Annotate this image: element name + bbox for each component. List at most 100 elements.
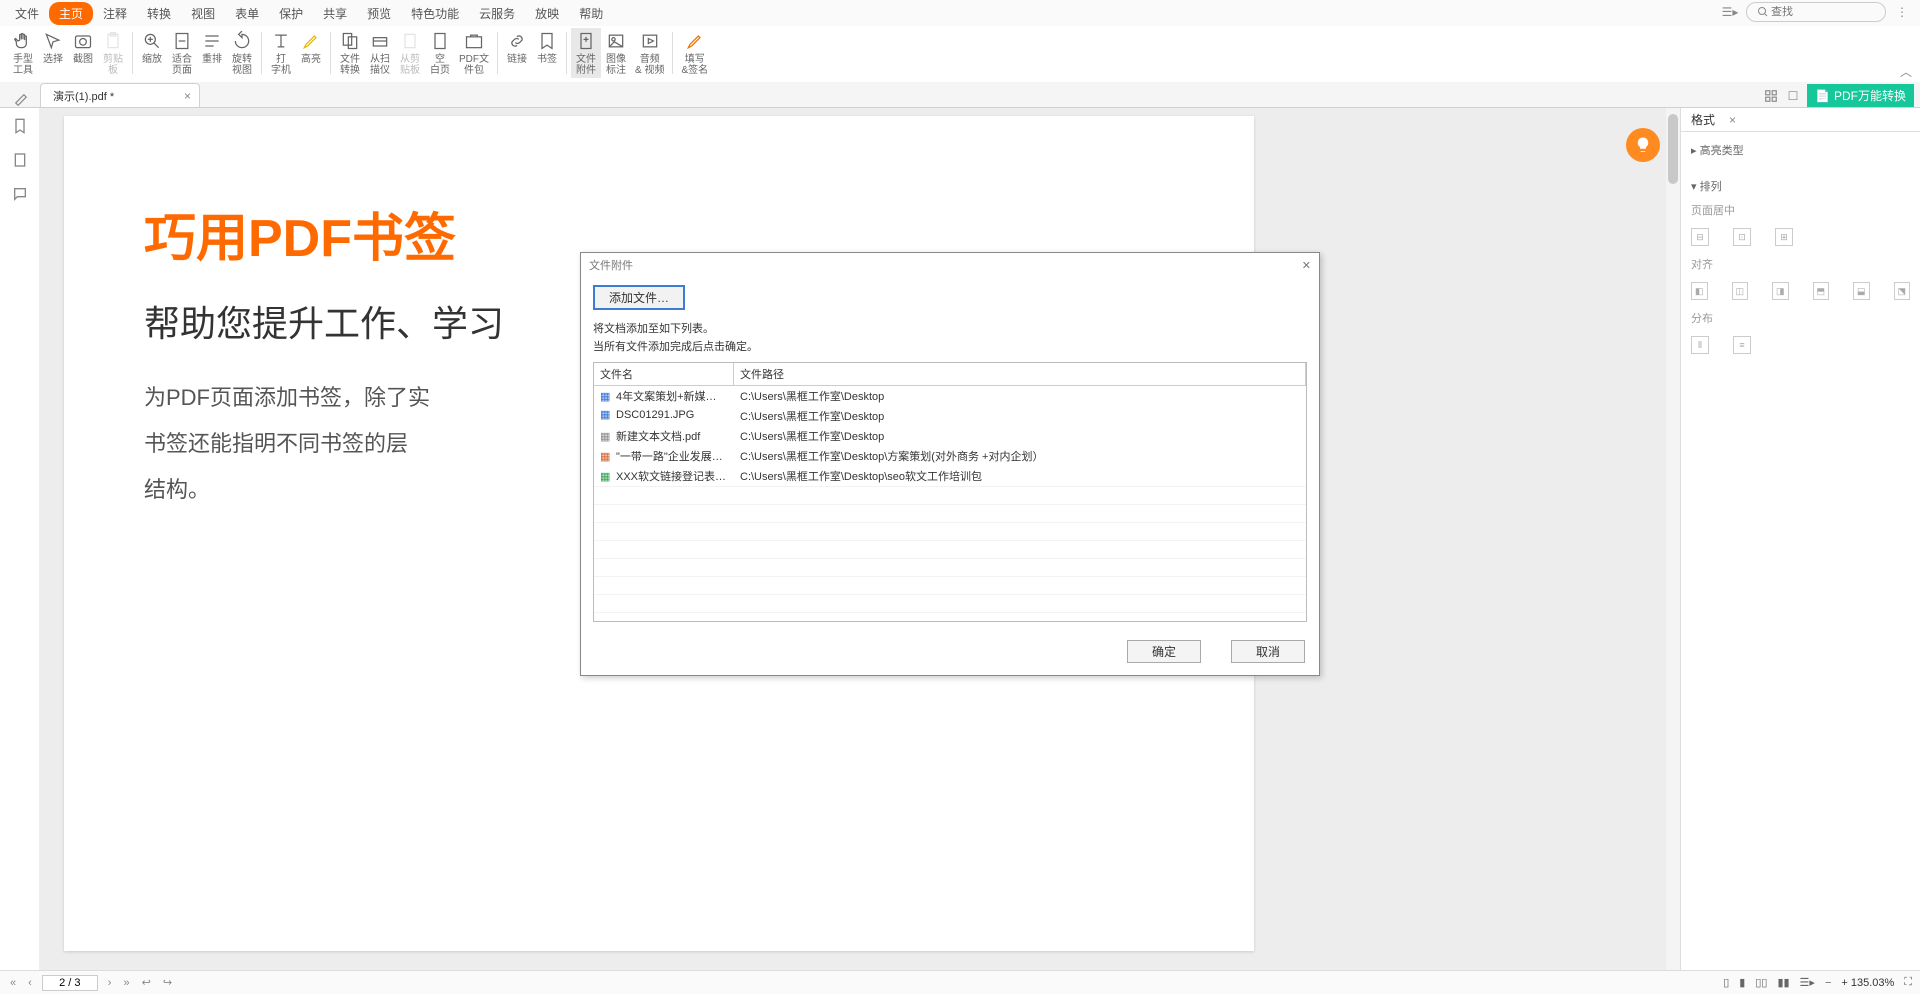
select-icon [42,30,64,52]
view-single-icon[interactable]: ▯ [1723,976,1729,989]
menu-item-6[interactable]: 保护 [269,2,313,25]
right-panel-close-icon[interactable]: × [1729,113,1736,127]
file-row[interactable]: ▦XXX软文链接登记表…C:\Users\黑框工作室\Desktop\seo软文… [594,466,1306,486]
menu-item-9[interactable]: 特色功能 [401,2,469,25]
menu-item-10[interactable]: 云服务 [469,2,525,25]
reading-mode-icon[interactable]: ☰▸ [1722,4,1738,20]
prev-page-icon[interactable]: ‹ [26,977,34,989]
ribbon-collapse-icon[interactable]: ︿ [1900,63,1912,80]
center-h-icon[interactable]: ⊟ [1691,228,1709,246]
tab-bar-right: ☐ 📄 PDF万能转换 [1763,84,1914,107]
ok-button[interactable]: 确定 [1127,640,1201,663]
ribbon-clipboard-button[interactable]: 剪贴 板 [98,28,128,78]
rp-section: ▸ 高亮类型 [1681,132,1920,168]
align-right-icon[interactable]: ◨ [1772,282,1789,300]
tips-bulb-button[interactable] [1626,128,1660,162]
ribbon-typewriter-button[interactable]: 打 字机 [266,28,296,78]
menu-item-2[interactable]: 注释 [93,2,137,25]
ribbon-highlight-button[interactable]: 高亮 [296,28,326,67]
dialog-body: 添加文件… 将文档添加至如下列表。 当所有文件添加完成后点击确定。 文件名 文件… [581,277,1319,630]
align-middle-icon[interactable]: ⬓ [1853,282,1870,300]
ribbon-select-button[interactable]: 选择 [38,28,68,67]
ribbon-snapshot-button[interactable]: 截图 [68,28,98,67]
view-two-cont-icon[interactable]: ▮▮ [1777,976,1789,989]
file-row[interactable]: ▦新建文本文档.pdfC:\Users\黑框工作室\Desktop [594,426,1306,446]
menu-right: ☰▸ ⋮ [1722,2,1910,22]
ribbon-image-button[interactable]: 图像 标注 [601,28,631,78]
pdf-convert-button[interactable]: 📄 PDF万能转换 [1807,84,1914,107]
menu-item-7[interactable]: 共享 [313,2,357,25]
align-bottom-icon[interactable]: ⬔ [1894,282,1911,300]
ribbon-label: 音频 & 视频 [635,54,664,76]
fromclip-icon [399,30,421,52]
cancel-button[interactable]: 取消 [1231,640,1305,663]
ribbon-scanner-button[interactable]: 从扫 描仪 [365,28,395,78]
search-box[interactable] [1746,2,1886,22]
align-top-icon[interactable]: ⬒ [1813,282,1830,300]
edit-mode-icon[interactable] [6,93,36,107]
file-row[interactable]: ▦DSC01291.JPGC:\Users\黑框工作室\Desktop [594,406,1306,426]
pages-sidebar-icon[interactable] [12,152,28,168]
ribbon-fitpage-button[interactable]: 适合 页面 [167,28,197,78]
ribbon-fromclip-button[interactable]: 从剪 贴板 [395,28,425,78]
view-two-icon[interactable]: ▯▯ [1755,976,1767,989]
grid-view-icon[interactable] [1763,88,1779,104]
link-icon [506,30,528,52]
menu-item-1[interactable]: 主页 [49,2,93,25]
single-view-icon[interactable]: ☐ [1785,88,1801,104]
center-v-icon[interactable]: ⊡ [1733,228,1751,246]
reading-layout-icon[interactable]: ☰▸ [1800,976,1815,989]
more-icon[interactable]: ⋮ [1894,4,1910,20]
history-back-icon[interactable]: ↩ [140,976,153,989]
ribbon-bookmark-button[interactable]: 书签 [532,28,562,67]
reflow-icon [201,30,223,52]
file-row[interactable]: ▦"一带一路"企业发展…C:\Users\黑框工作室\Desktop\方案策划(… [594,446,1306,466]
last-page-icon[interactable]: » [121,977,131,989]
align-row: ◧ ◫ ◨ ⬒ ⬓ ⬔ [1691,276,1910,306]
ribbon-media-button[interactable]: 音频 & 视频 [631,28,668,78]
highlight-icon [300,30,322,52]
ribbon-rotate-button[interactable]: 旋转 视图 [227,28,257,78]
view-continuous-icon[interactable]: ▮ [1739,976,1745,989]
ribbon-reflow-button[interactable]: 重排 [197,28,227,67]
menu-item-3[interactable]: 转换 [137,2,181,25]
page-number-input[interactable] [42,975,98,991]
media-icon [639,30,661,52]
document-tab[interactable]: 演示(1).pdf * × [40,83,200,107]
distribute-v-icon[interactable]: ≡ [1733,336,1751,354]
ribbon-portfolio-button[interactable]: PDF文 件包 [455,28,493,78]
align-center-icon[interactable]: ◫ [1732,282,1749,300]
file-row[interactable]: ▦4年文案策划+新媒…C:\Users\黑框工作室\Desktop [594,386,1306,406]
menu-item-8[interactable]: 预览 [357,2,401,25]
comment-sidebar-icon[interactable] [12,186,28,202]
zoom-out-icon[interactable]: − [1825,977,1831,989]
menu-item-12[interactable]: 帮助 [569,2,613,25]
ribbon-blank-button[interactable]: 空 白页 [425,28,455,78]
ribbon-attach-button[interactable]: 文件 附件 [571,28,601,78]
bookmark-sidebar-icon[interactable] [12,118,28,134]
menu-item-4[interactable]: 视图 [181,2,225,25]
search-input[interactable] [1771,6,1871,18]
ribbon-sign-button[interactable]: 填写 &签名 [677,28,712,78]
tab-close-icon[interactable]: × [184,89,191,103]
menu-item-11[interactable]: 放映 [525,2,569,25]
ribbon-convert-button[interactable]: 文件 转换 [335,28,365,78]
dialog-close-icon[interactable]: ✕ [1302,259,1311,272]
history-fwd-icon[interactable]: ↪ [161,976,174,989]
vertical-scrollbar[interactable] [1666,108,1680,970]
first-page-icon[interactable]: « [8,977,18,989]
zoom-value[interactable]: + 135.03% [1841,977,1894,989]
add-file-button[interactable]: 添加文件… [593,285,685,310]
menu-item-0[interactable]: 文件 [5,2,49,25]
col-filepath[interactable]: 文件路径 [734,363,1306,385]
center-both-icon[interactable]: ⊞ [1775,228,1793,246]
fit-screen-icon[interactable]: ⛶ [1904,976,1912,989]
next-page-icon[interactable]: › [106,977,114,989]
align-left-icon[interactable]: ◧ [1691,282,1708,300]
col-filename[interactable]: 文件名 [594,363,734,385]
ribbon-link-button[interactable]: 链接 [502,28,532,67]
distribute-h-icon[interactable]: ⫴ [1691,336,1709,354]
menu-item-5[interactable]: 表单 [225,2,269,25]
ribbon-zoom-button[interactable]: 缩放 [137,28,167,67]
ribbon-hand-button[interactable]: 手型 工具 [8,28,38,78]
